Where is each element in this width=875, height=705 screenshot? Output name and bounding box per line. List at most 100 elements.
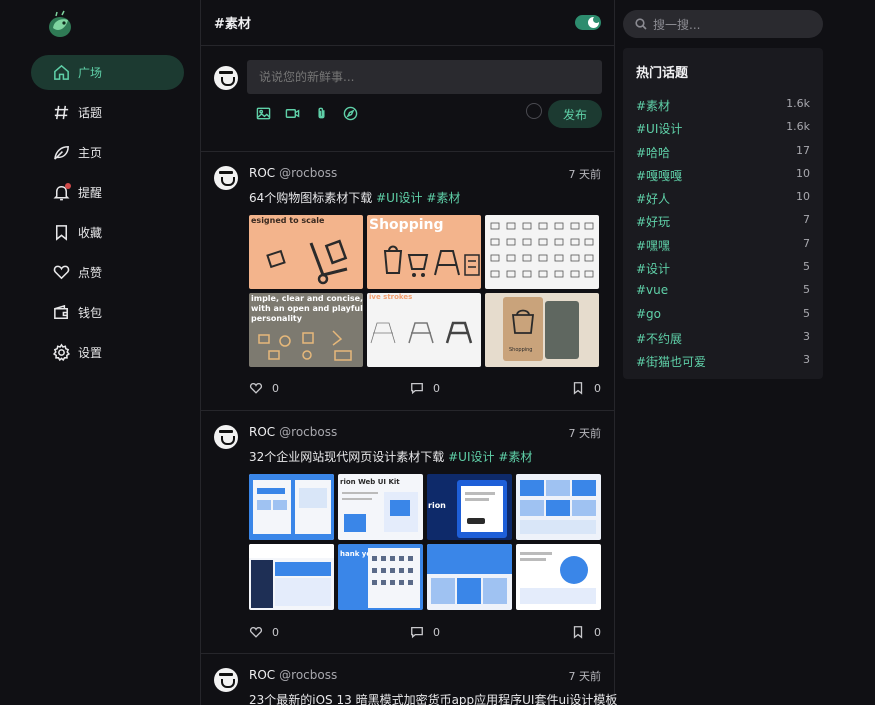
post-tag[interactable]: #UI设计 bbox=[448, 450, 494, 464]
stroke-icons-illustration: ive strokes bbox=[369, 293, 473, 344]
topic-count: 17 bbox=[796, 143, 810, 157]
comment-button[interactable]: 0 bbox=[410, 625, 440, 639]
avatar[interactable] bbox=[214, 66, 238, 90]
sidebar-item-label: 广场 bbox=[78, 66, 103, 80]
publish-button[interactable]: 发布 bbox=[548, 100, 602, 128]
topic-item[interactable]: #go 5 bbox=[636, 307, 810, 330]
collect-button[interactable]: 0 bbox=[571, 625, 601, 639]
post-image[interactable] bbox=[485, 215, 599, 289]
web-ui-illustration bbox=[427, 544, 512, 604]
topic-item[interactable]: #嘿嘿 7 bbox=[636, 237, 810, 260]
icon-sheet-illustration bbox=[490, 222, 594, 278]
post-text: 32个企业网站现代网页设计素材下载 bbox=[249, 450, 445, 464]
sidebar-item-settings[interactable]: 设置 bbox=[31, 335, 184, 370]
topic-tag[interactable]: #街猫也可爱 bbox=[636, 353, 706, 376]
topic-item[interactable]: #好玩 7 bbox=[636, 213, 810, 236]
topic-item[interactable]: #设计 5 bbox=[636, 260, 810, 283]
post-image[interactable]: hank you bbox=[338, 544, 423, 610]
topic-tag[interactable]: #vue bbox=[636, 283, 668, 306]
search-input[interactable]: 搜一搜... bbox=[623, 10, 823, 38]
post-image[interactable]: rion bbox=[427, 474, 512, 540]
sidebar-item-collections[interactable]: 收藏 bbox=[31, 215, 184, 250]
post-tag[interactable]: #UI设计 bbox=[376, 191, 422, 205]
post-image[interactable] bbox=[427, 544, 512, 610]
post-image[interactable] bbox=[249, 474, 334, 540]
sidebar-item-label: 钱包 bbox=[78, 306, 103, 320]
collect-count: 0 bbox=[594, 625, 601, 639]
image-icon[interactable] bbox=[256, 106, 271, 121]
web-ui-illustration: rion bbox=[428, 480, 507, 538]
post-image[interactable] bbox=[516, 474, 601, 540]
compose-input[interactable] bbox=[247, 60, 602, 94]
topic-item[interactable]: #哈哈 17 bbox=[636, 144, 810, 167]
post-image[interactable] bbox=[516, 544, 601, 610]
sidebar-item-square[interactable]: 广场 bbox=[31, 55, 184, 90]
post-image[interactable]: Shopping bbox=[485, 293, 599, 367]
web-ui-illustration bbox=[249, 474, 334, 540]
attachment-icon[interactable] bbox=[314, 106, 329, 121]
topic-tag[interactable]: #哈哈 bbox=[636, 144, 670, 167]
collect-button[interactable]: 0 bbox=[571, 381, 601, 395]
topic-tag[interactable]: #设计 bbox=[636, 260, 670, 283]
wallet-icon bbox=[51, 303, 71, 323]
moon-icon bbox=[588, 16, 600, 28]
post-image[interactable]: esigned to scale bbox=[249, 215, 363, 289]
sidebar-item-notifications[interactable]: 提醒 bbox=[31, 175, 184, 210]
post-image[interactable]: rion Web UI Kit bbox=[338, 474, 423, 540]
post-content: 64个购物图标素材下载 #UI设计 #素材 bbox=[249, 189, 460, 206]
sidebar-item-likes[interactable]: 点赞 bbox=[31, 255, 184, 290]
topic-tag[interactable]: #UI设计 bbox=[636, 120, 682, 143]
topic-tag[interactable]: #go bbox=[636, 307, 661, 330]
gear-icon bbox=[51, 343, 71, 363]
post-image[interactable]: Shopping bbox=[367, 215, 481, 289]
avatar[interactable] bbox=[214, 668, 238, 692]
topic-item[interactable]: #UI设计 1.6k bbox=[636, 120, 810, 143]
author-handle[interactable]: @rocboss bbox=[279, 425, 337, 439]
theme-toggle[interactable] bbox=[575, 15, 601, 30]
comment-icon bbox=[411, 382, 423, 395]
like-button[interactable]: 0 bbox=[249, 381, 279, 395]
topic-item[interactable]: #街猫也可爱 3 bbox=[636, 353, 810, 376]
post-image[interactable] bbox=[249, 544, 334, 610]
author-handle[interactable]: @rocboss bbox=[279, 166, 337, 180]
post-tag[interactable]: #素材 bbox=[426, 191, 460, 205]
like-button[interactable]: 0 bbox=[249, 625, 279, 639]
logo-icon[interactable] bbox=[44, 8, 76, 40]
web-ui-illustration bbox=[520, 480, 596, 534]
thumb-caption: Shopping bbox=[369, 217, 444, 233]
topic-tag[interactable]: #嘎嘎嘎 bbox=[636, 167, 682, 190]
topic-tag[interactable]: #好人 bbox=[636, 190, 670, 213]
bookmark-icon bbox=[573, 382, 583, 395]
search-placeholder: 搜一搜... bbox=[653, 17, 701, 32]
author-name[interactable]: ROC bbox=[249, 668, 275, 682]
comment-count: 0 bbox=[433, 381, 440, 395]
sidebar-item-topics[interactable]: 话题 bbox=[31, 95, 184, 130]
comment-button[interactable]: 0 bbox=[410, 381, 440, 395]
author-handle[interactable]: @rocboss bbox=[279, 668, 337, 682]
topic-item[interactable]: #不约展 3 bbox=[636, 330, 810, 353]
sidebar-item-homepage[interactable]: 主页 bbox=[31, 135, 184, 170]
cart-illustration: esigned to scale bbox=[251, 216, 348, 285]
post-image[interactable]: ive strokes bbox=[367, 293, 481, 367]
topic-item[interactable]: #嘎嘎嘎 10 bbox=[636, 167, 810, 190]
video-icon[interactable] bbox=[285, 106, 300, 121]
author-name[interactable]: ROC bbox=[249, 425, 275, 439]
topic-item[interactable]: #素材 1.6k bbox=[636, 97, 810, 120]
topic-tag[interactable]: #嘿嘿 bbox=[636, 237, 670, 260]
bookmark-icon bbox=[51, 223, 71, 243]
topic-tag[interactable]: #不约展 bbox=[636, 330, 682, 353]
sidebar-item-wallet[interactable]: 钱包 bbox=[31, 295, 184, 330]
topic-item[interactable]: #vue 5 bbox=[636, 283, 810, 306]
topic-count: 5 bbox=[803, 260, 810, 274]
author-name[interactable]: ROC bbox=[249, 166, 275, 180]
compass-icon[interactable] bbox=[343, 106, 358, 121]
thumb-caption: personality bbox=[251, 314, 303, 323]
post-tag[interactable]: #素材 bbox=[498, 450, 532, 464]
avatar[interactable] bbox=[214, 425, 238, 449]
topic-tag[interactable]: #好玩 bbox=[636, 213, 670, 236]
hot-topics-panel: 热门话题 #素材 1.6k #UI设计 1.6k #哈哈 17 #嘎嘎嘎 10 #好人 1… bbox=[623, 48, 823, 379]
avatar[interactable] bbox=[214, 166, 238, 190]
post-image[interactable]: imple, clear and concise, with an open a… bbox=[249, 293, 363, 367]
topic-item[interactable]: #好人 10 bbox=[636, 190, 810, 213]
topic-tag[interactable]: #素材 bbox=[636, 97, 670, 120]
